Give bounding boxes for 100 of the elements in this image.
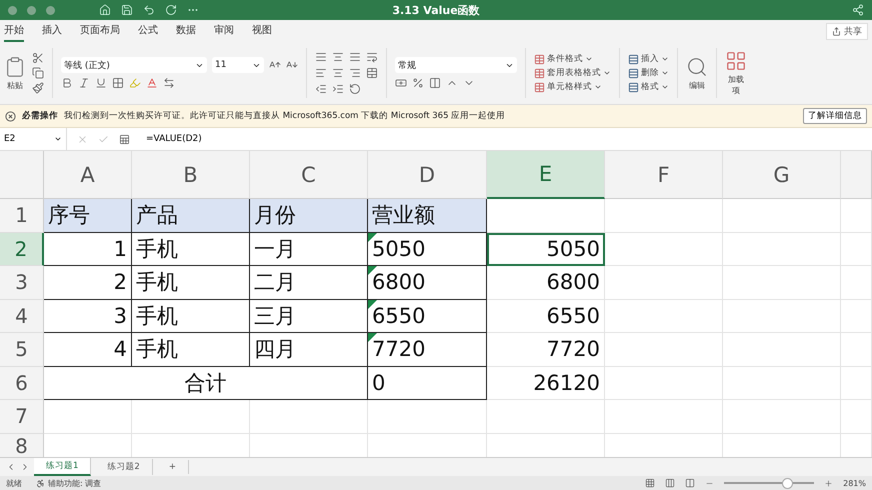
table-cell: 手机 xyxy=(132,266,250,300)
font-color-icon[interactable] xyxy=(146,77,158,89)
styles-button[interactable]: 单元格样式 xyxy=(534,81,611,93)
number-format-field[interactable]: 常规 xyxy=(395,57,517,73)
row-header[interactable]: 5 xyxy=(0,333,44,366)
name-box[interactable]: E2 xyxy=(0,128,67,150)
align-middle-icon[interactable] xyxy=(332,51,344,63)
page-layout-icon[interactable] xyxy=(665,478,676,488)
dropdown-caret-icon xyxy=(54,135,62,143)
borders-icon[interactable] xyxy=(112,77,124,89)
close-dot[interactable] xyxy=(8,6,17,14)
row-header[interactable]: 2 xyxy=(0,232,44,266)
ribbon-tab[interactable]: 公式 xyxy=(138,20,158,42)
align-left-icon[interactable] xyxy=(315,67,327,79)
formula-input[interactable]: =VALUE(D2) xyxy=(140,134,872,144)
font-name-field[interactable]: 等线 (正文) xyxy=(61,57,207,73)
share-button[interactable]: 共享 xyxy=(826,22,868,40)
table-cell: 手机 xyxy=(132,333,250,366)
zoom-dot[interactable] xyxy=(46,6,55,14)
wrap-text-icon[interactable] xyxy=(366,51,378,63)
column-header[interactable]: A xyxy=(44,151,132,199)
ribbon-tab[interactable]: 视图 xyxy=(252,20,272,42)
merge-icon[interactable] xyxy=(366,67,378,79)
cells-button[interactable]: 格式 xyxy=(628,81,669,93)
clipboard-icon xyxy=(4,56,26,78)
decrease-indent-icon[interactable] xyxy=(315,83,327,95)
column-header[interactable]: B xyxy=(132,151,250,199)
row-header[interactable]: 4 xyxy=(0,300,44,333)
row-header[interactable]: 8 xyxy=(0,434,44,457)
empty-cell xyxy=(841,266,872,300)
search-icon xyxy=(686,56,708,78)
currency-icon[interactable] xyxy=(395,77,407,89)
edit-button[interactable]: 编辑 xyxy=(686,56,708,90)
increase-indent-icon[interactable] xyxy=(332,83,344,95)
minimize-dot[interactable] xyxy=(27,6,36,14)
learn-more-button[interactable]: 了解详细信息 xyxy=(803,108,867,124)
fill-color-icon[interactable] xyxy=(129,77,141,89)
empty-cell xyxy=(841,366,872,400)
redo-icon[interactable] xyxy=(165,4,177,16)
table-style-icon xyxy=(534,82,545,92)
column-header[interactable]: G xyxy=(723,151,841,199)
align-top-icon[interactable] xyxy=(315,51,327,63)
table-cell: 5050 xyxy=(487,232,605,266)
align-bottom-icon[interactable] xyxy=(349,51,361,63)
table-cell: 26120 xyxy=(487,366,605,400)
undo-icon[interactable] xyxy=(143,4,155,16)
cells-button[interactable]: 删除 xyxy=(628,67,669,79)
status-text: 就绪 xyxy=(6,478,22,488)
save-icon[interactable] xyxy=(121,4,133,16)
table-cell: 三月 xyxy=(250,300,368,333)
sheet-tab[interactable]: 练习题1 xyxy=(34,458,92,476)
copy-icon[interactable] xyxy=(32,67,44,79)
empty-cell xyxy=(841,232,872,266)
table-cell: 6550 xyxy=(368,300,487,333)
cells-button[interactable]: 插入 xyxy=(628,53,669,65)
table-cell: 6800 xyxy=(487,266,605,300)
row-header[interactable]: 3 xyxy=(0,266,44,300)
ribbon-tab[interactable]: 审阅 xyxy=(214,20,234,42)
align-center-icon[interactable] xyxy=(332,67,344,79)
paste-button[interactable]: 粘贴 xyxy=(4,56,26,90)
header-cell: 营业额 xyxy=(368,199,487,232)
ribbon-tab[interactable]: 插入 xyxy=(42,20,62,42)
page-break-icon[interactable] xyxy=(685,478,696,488)
empty-cell xyxy=(841,300,872,333)
ribbon-tab[interactable]: 页面布局 xyxy=(80,20,120,42)
sheet-tab[interactable]: 练习题2 xyxy=(95,459,153,475)
table-cell: 2 xyxy=(44,266,132,300)
empty-cell xyxy=(841,333,872,366)
orientation-icon[interactable] xyxy=(349,83,361,95)
styles-button[interactable]: 套用表格格式 xyxy=(534,67,611,79)
underline-icon[interactable] xyxy=(95,77,107,89)
accessibility-status[interactable]: 辅助功能: 调查 xyxy=(36,478,102,488)
percent-icon[interactable] xyxy=(412,77,424,89)
zoom-in-icon[interactable] xyxy=(824,478,834,488)
normal-view-icon[interactable] xyxy=(645,478,656,488)
column-header[interactable]: E xyxy=(487,151,605,199)
cut-icon[interactable] xyxy=(32,52,44,64)
column-header[interactable]: D xyxy=(368,151,487,199)
add-sheet-button[interactable]: + xyxy=(156,460,189,474)
share-icon[interactable] xyxy=(852,4,864,16)
row-header[interactable]: 1 xyxy=(0,199,44,232)
table-cell: 3 xyxy=(44,300,132,333)
empty-cell xyxy=(841,400,872,434)
row-header[interactable]: 7 xyxy=(0,400,44,434)
zoom-thumb[interactable] xyxy=(782,478,793,488)
ribbon-tab[interactable]: 数据 xyxy=(176,20,196,42)
align-right-icon[interactable] xyxy=(349,67,361,79)
home-icon[interactable] xyxy=(99,4,111,16)
column-header[interactable]: F xyxy=(605,151,723,199)
notice-title: 必需操作 xyxy=(22,110,58,122)
format-painter-icon[interactable] xyxy=(32,82,44,94)
row-header[interactable]: 6 xyxy=(0,366,44,400)
table-cell: 0 xyxy=(368,366,487,400)
font-size-field[interactable]: 11 xyxy=(212,57,264,73)
italic-icon[interactable] xyxy=(78,77,90,89)
column-header[interactable]: C xyxy=(250,151,368,199)
bold-icon[interactable] xyxy=(61,77,73,89)
total-label: 合计 xyxy=(44,366,368,400)
addins-button[interactable]: 加载项 xyxy=(725,50,747,96)
styles-button[interactable]: 条件格式 xyxy=(534,53,611,65)
